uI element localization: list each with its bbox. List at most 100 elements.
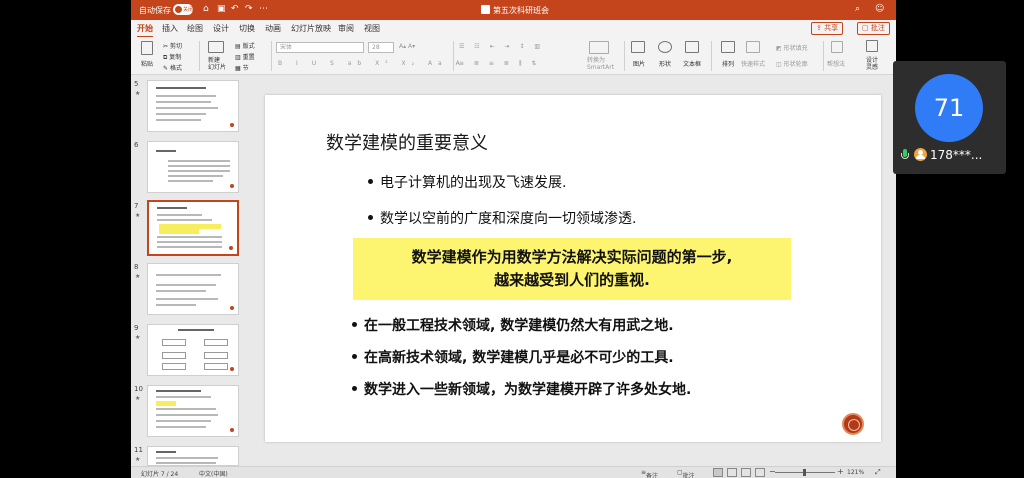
bullet-item[interactable]: 电子计算机的出现及飞速发展. (368, 172, 566, 192)
slide-canvas: 数学建模的重要意义 电子计算机的出现及飞速发展. 数学以空前的广度和深度向一切领… (247, 76, 896, 466)
thumb-number: 8 (134, 263, 139, 271)
cut-button[interactable]: ✂ 剪切 (163, 41, 182, 50)
language-indicator[interactable]: 中文(中国) (199, 469, 228, 478)
tab-slideshow[interactable]: 幻灯片放映 (291, 23, 331, 34)
tab-design[interactable]: 设计 (213, 23, 229, 34)
font-size-select[interactable]: 28 (368, 42, 394, 53)
bullet-item[interactable]: 数学进入一些新领域，为数学建模开辟了许多处女地. (352, 379, 691, 399)
tab-transitions[interactable]: 切换 (239, 23, 255, 34)
thumb-star-icon: ★ (135, 90, 141, 97)
bullet-item[interactable]: 在一般工程技术领域, 数学建模仍然大有用武之地. (352, 315, 674, 335)
tab-home[interactable]: 开始 (137, 23, 153, 38)
undo-icon[interactable]: ↶ (231, 4, 239, 14)
thumb-star-icon: ★ (135, 456, 141, 463)
slide-counter: 幻灯片 7 / 24 (141, 471, 179, 478)
bullet-item[interactable]: 在高新技术领域, 数学建模几乎是必不可少的工具. (352, 347, 674, 367)
picture-icon[interactable] (631, 41, 645, 53)
share-button[interactable]: ⇪ 共享 (811, 22, 844, 35)
ribbon-toolbar: 粘贴 ✂ 剪切 ⧉ 复制 ✎ 格式 新建 幻灯片 ▤ 版式 ▥ 重置 ▦ 节 宋… (131, 37, 896, 75)
quick-styles-icon[interactable] (746, 41, 760, 53)
thumb-number: 7 (134, 202, 139, 210)
designer-icon[interactable] (831, 41, 843, 53)
new-slide-icon[interactable] (208, 41, 224, 53)
bullet-text: 在一般工程技术领域, 数学建模仍然大有用武之地. (364, 318, 674, 334)
bullet-dot (368, 215, 373, 220)
font-family-select[interactable]: 宋体 (276, 42, 364, 53)
bullet-dot (352, 386, 357, 391)
slideshow-button[interactable] (755, 468, 765, 477)
notes-button[interactable]: ≡ 备注 (641, 469, 658, 478)
home-icon[interactable]: ⌂ (203, 4, 209, 14)
designer-label: 帮想法 (827, 61, 846, 68)
thumbnail-slide-7[interactable] (147, 200, 239, 256)
tab-review[interactable]: 审阅 (338, 23, 354, 34)
reading-view-button[interactable] (741, 468, 751, 477)
font-style-buttons[interactable]: B I U S ab X² X₂ Aa A (278, 60, 466, 67)
alignment-buttons[interactable]: ≡ ≣ ≡ ≣ ⫼ ⇅ (459, 60, 540, 68)
comment-button[interactable]: ▢ 批注 (857, 22, 890, 35)
redo-icon[interactable]: ↷ (245, 4, 253, 14)
tab-view[interactable]: 视图 (364, 23, 380, 34)
thumbnail-slide-11[interactable] (147, 446, 239, 466)
normal-view-button[interactable] (713, 468, 723, 477)
separator (711, 41, 712, 71)
meeting-participant-tile[interactable]: 71 178***... (893, 61, 1006, 174)
emoji-feedback-icon[interactable]: ☺ (875, 4, 884, 14)
separator (453, 41, 454, 71)
fit-slide-icon[interactable]: ⤢ (875, 468, 881, 477)
slide[interactable]: 数学建模的重要意义 电子计算机的出现及飞速发展. 数学以空前的广度和深度向一切领… (265, 95, 881, 442)
tab-draw[interactable]: 绘图 (187, 23, 203, 34)
document-icon (481, 5, 490, 14)
autosave-toggle[interactable]: 关闭 (173, 4, 193, 15)
paragraph-buttons[interactable]: ☰ ☷ ⇤ ⇥ ↕ ▥ (459, 43, 544, 50)
format-painter-button[interactable]: ✎ 格式 (163, 63, 182, 72)
document-title: 第五次科研班会 (481, 5, 549, 16)
tab-insert[interactable]: 插入 (162, 23, 178, 34)
smartart-icon[interactable] (589, 41, 609, 54)
zoom-level[interactable]: 121% (847, 469, 864, 476)
save-icon[interactable]: ▣ (217, 4, 226, 14)
thumbnail-slide-8[interactable] (147, 263, 239, 315)
slide-title[interactable]: 数学建模的重要意义 (326, 129, 488, 155)
reset-button[interactable]: ▥ 重置 (235, 52, 255, 61)
quick-styles-label: 快速样式 (741, 61, 766, 68)
new-slide-label: 新建 幻灯片 (208, 57, 227, 71)
shape-fill-button[interactable]: ◩ 形状填充 (776, 43, 808, 52)
arrange-icon[interactable] (721, 41, 735, 53)
thumb-star-icon: ★ (135, 273, 141, 280)
thumbnail-slide-6[interactable] (147, 141, 239, 193)
search-icon[interactable]: ⌕ (855, 4, 860, 14)
paste-icon[interactable] (141, 41, 153, 55)
section-button[interactable]: ▦ 节 (235, 63, 249, 72)
grow-font-icon[interactable]: A▴ A▾ (399, 43, 415, 50)
thumbnail-slide-9[interactable] (147, 324, 239, 376)
thumbnail-slide-10[interactable] (147, 385, 239, 437)
thumbnail-slide-5[interactable] (147, 80, 239, 132)
autosave-label: 自动保存 (139, 6, 171, 15)
design-ideas-icon[interactable] (866, 40, 878, 52)
shape-outline-button[interactable]: ◫ 形状轮廓 (776, 59, 808, 68)
separator (823, 41, 824, 71)
shape-icon[interactable] (658, 41, 672, 53)
highlight-box[interactable]: 数学建模作为用数学方法解决实际问题的第一步, 越来越受到人们的重视. (353, 238, 791, 300)
comments-button[interactable]: ▢ 批注 (677, 469, 695, 478)
bullet-dot (352, 354, 357, 359)
more-icon[interactable]: ⋯ (259, 4, 268, 14)
shape-label: 形状 (659, 61, 672, 68)
bullet-text: 在高新技术领域, 数学建模几乎是必不可少的工具. (364, 350, 674, 366)
microphone-icon (901, 149, 909, 161)
bullet-text: 数学以空前的广度和深度向一切领域渗透. (380, 211, 637, 227)
format-label: 格式 (169, 65, 182, 72)
zoom-in-icon[interactable]: + (837, 467, 844, 476)
shape-fill-label: 形状填充 (783, 45, 808, 52)
textbox-icon[interactable] (685, 41, 699, 53)
layout-button[interactable]: ▤ 版式 (235, 41, 255, 50)
copy-button[interactable]: ⧉ 复制 (163, 52, 181, 62)
slide-sorter-button[interactable] (727, 468, 737, 477)
zoom-slider-thumb[interactable] (803, 469, 806, 476)
separator (624, 41, 625, 71)
tab-animations[interactable]: 动画 (265, 23, 281, 34)
bullet-item[interactable]: 数学以空前的广度和深度向一切领域渗透. (368, 208, 636, 228)
document-title-text: 第五次科研班会 (493, 6, 549, 15)
picture-label: 图片 (633, 61, 646, 68)
